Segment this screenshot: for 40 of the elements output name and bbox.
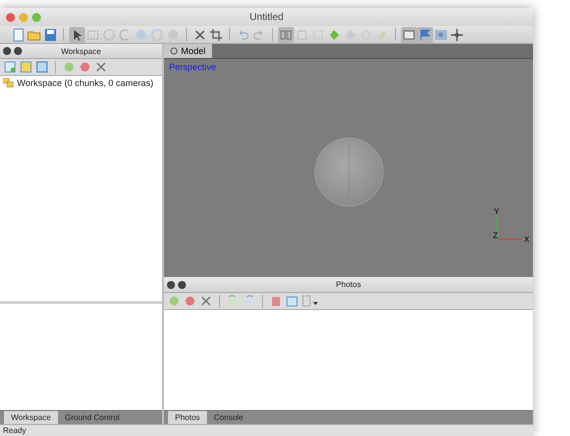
view-mode-button[interactable] (300, 293, 320, 309)
diamond-icon (358, 26, 374, 42)
chunks-icon (3, 78, 14, 88)
move-icon (449, 26, 465, 42)
photo-frame-button[interactable] (401, 26, 417, 42)
float-panel-button[interactable] (178, 280, 186, 288)
chunk-button[interactable] (34, 59, 50, 75)
model-tab[interactable]: Model (164, 44, 212, 58)
crop-icon (208, 26, 224, 42)
panel-tab[interactable]: Ground Control (58, 411, 127, 424)
panel-title: Workspace (60, 46, 102, 56)
diamond-button[interactable] (358, 26, 374, 42)
axes-drawing: Y Z X (489, 207, 533, 247)
panel-tab[interactable]: Workspace (4, 411, 58, 424)
status-bar: Ready (0, 424, 533, 436)
projection-label: Perspective (169, 62, 216, 72)
zoom-window-button[interactable] (32, 12, 41, 22)
floppy-disk-button[interactable] (42, 26, 58, 42)
close-window-button[interactable] (6, 12, 15, 22)
float-panel-button[interactable] (14, 47, 22, 55)
move-button[interactable] (449, 26, 465, 42)
grid-button[interactable] (278, 26, 294, 42)
close-panel-button[interactable] (3, 47, 11, 55)
chunk-icon (34, 59, 50, 75)
panel-tab[interactable]: Photos (168, 411, 207, 424)
flag-button[interactable] (417, 26, 433, 42)
sphere-drawing (314, 137, 384, 207)
circle-select-button[interactable] (101, 26, 117, 42)
panel-tab[interactable]: Console (206, 411, 250, 424)
panel-title: Photos (335, 280, 362, 289)
minimize-window-button[interactable] (19, 12, 28, 22)
window-title: Untitled (248, 12, 284, 22)
add-chunk-icon (2, 59, 18, 75)
pointer-button[interactable] (69, 26, 85, 42)
chunk-icon (18, 59, 34, 75)
close-panel-button[interactable] (167, 280, 175, 288)
ring-icon (170, 47, 178, 55)
crop-button[interactable] (208, 26, 224, 42)
tree-item[interactable]: Workspace (0 chunks, 0 cameras) (3, 78, 159, 88)
model-viewport[interactable]: Perspective Y Z X (164, 59, 533, 277)
